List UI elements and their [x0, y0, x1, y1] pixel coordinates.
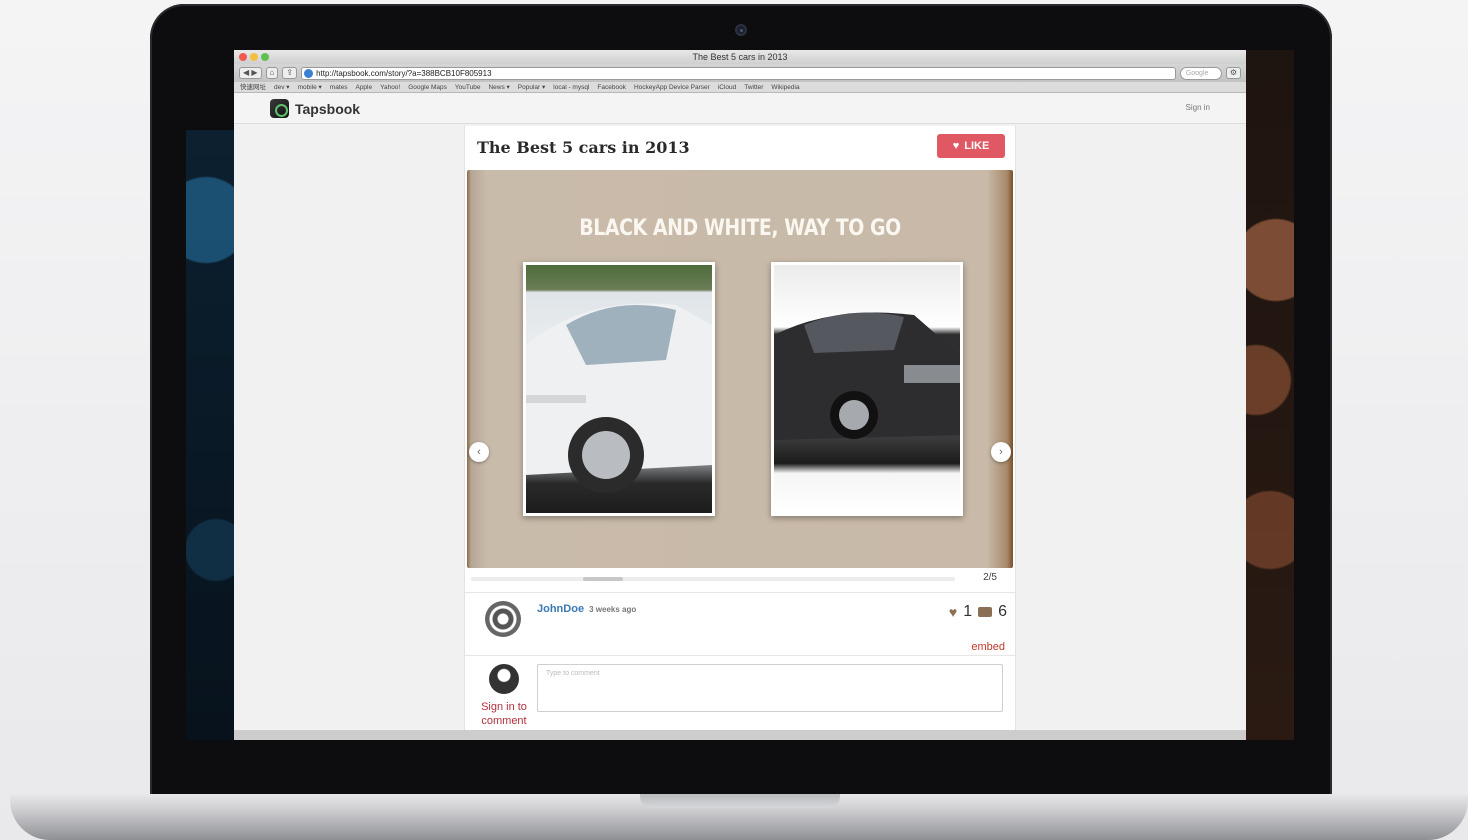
comment-bubble-icon [978, 607, 993, 617]
window-title: The Best 5 cars in 2013 [692, 52, 788, 62]
embed-link[interactable]: embed [971, 641, 1005, 653]
bookmark-item[interactable]: iCloud [718, 82, 736, 92]
window-controls [239, 53, 269, 61]
bookmark-item[interactable]: 快速网址 [240, 82, 266, 92]
comment-section: Sign in to comment Type to comment [465, 658, 1015, 740]
back-forward-buttons[interactable]: ◀ ▶ [239, 67, 262, 79]
author-name-link[interactable]: JohnDoe [537, 603, 584, 615]
like-label: LIKE [964, 140, 990, 152]
home-icon[interactable]: ⌂ [265, 67, 279, 79]
globe-icon [304, 68, 314, 78]
comments-count: 6 [998, 603, 1007, 620]
black-car-photo [771, 262, 963, 516]
laptop-notch [640, 794, 840, 808]
bookmark-item[interactable]: local - mysql [553, 82, 589, 92]
story-meta: JohnDoe 3 weeks ago ♥ 1 6 embed [465, 592, 1015, 656]
header-signin-link[interactable]: Sign in [1186, 103, 1210, 112]
bookmark-item[interactable]: Apple [355, 82, 372, 92]
bookmark-item[interactable]: Wikipedia [771, 82, 799, 92]
next-page-button[interactable]: › [991, 442, 1011, 462]
page-scrubber[interactable] [471, 577, 955, 581]
book-viewer[interactable]: BLACK AND WHITE, WAY TO GO ‹ › [467, 170, 1013, 568]
white-car-photo [523, 262, 715, 516]
wallpaper-left [186, 130, 234, 740]
camera-icon [735, 24, 747, 36]
bookmark-item[interactable]: dev ▾ [274, 82, 290, 92]
share-icon[interactable]: ⇪ [282, 67, 298, 79]
scrubber-thumb[interactable] [583, 577, 623, 581]
previous-page-button[interactable]: ‹ [469, 442, 489, 462]
browser-window: The Best 5 cars in 2013 ◀ ▶ ⌂ ⇪ http://t… [234, 50, 1246, 740]
close-window-button[interactable] [239, 53, 247, 61]
bookmark-item[interactable]: HockeyApp Device Parser [634, 82, 710, 92]
bookmark-item[interactable]: Yahoo! [380, 82, 400, 92]
site-header: Tapsbook Sign in [234, 93, 1246, 124]
page-counter: 2/5 [983, 572, 997, 583]
bookmark-item[interactable]: Google Maps [408, 82, 447, 92]
bookmark-item[interactable]: Popular ▾ [518, 82, 545, 92]
bookmark-item[interactable]: Facebook [597, 82, 626, 92]
author-avatar[interactable] [485, 601, 521, 637]
site-logo[interactable]: Tapsbook [270, 99, 360, 118]
white-car-illustration [526, 303, 712, 493]
black-car-illustration [774, 312, 960, 440]
bookmark-item[interactable]: YouTube [455, 82, 481, 92]
story-card: The Best 5 cars in 2013 ♥ LIKE BLACK AND… [464, 126, 1016, 740]
story-title: The Best 5 cars in 2013 [477, 138, 690, 157]
bookmarks-bar: 快速网址 dev ▾ mobile ▾ mates Apple Yahoo! G… [234, 82, 1246, 93]
bookmark-item[interactable]: mobile ▾ [298, 82, 322, 92]
window-titlebar: The Best 5 cars in 2013 [234, 50, 1246, 64]
bookmark-item[interactable]: mates [330, 82, 348, 92]
like-button[interactable]: ♥ LIKE [937, 134, 1005, 158]
zoom-window-button[interactable] [261, 53, 269, 61]
post-time: 3 weeks ago [589, 605, 637, 614]
story-stats: ♥ 1 6 [949, 603, 1007, 621]
bookmark-item[interactable]: Twitter [744, 82, 763, 92]
address-bar[interactable]: http://tapsbook.com/story/?a=388BCB10F80… [301, 66, 1176, 80]
user-avatar-icon [489, 664, 519, 694]
screen-bottom-bar [234, 730, 1246, 740]
likes-count: 1 [963, 603, 973, 620]
author-line: JohnDoe 3 weeks ago [537, 603, 636, 615]
minimize-window-button[interactable] [250, 53, 258, 61]
comment-input[interactable]: Type to comment [537, 664, 1003, 712]
wallpaper-right [1246, 50, 1294, 740]
page-heading: BLACK AND WHITE, WAY TO GO [579, 216, 901, 241]
search-field[interactable]: Google [1179, 66, 1222, 80]
tapsbook-logo-icon [270, 99, 289, 118]
signin-to-comment-link[interactable]: Sign in to comment [473, 700, 535, 728]
logo-text: Tapsbook [295, 100, 361, 117]
browser-toolbar: ◀ ▶ ⌂ ⇪ http://tapsbook.com/story/?a=388… [234, 64, 1246, 82]
settings-gear-icon[interactable]: ⚙ [1225, 67, 1241, 79]
bookmark-item[interactable]: News ▾ [488, 82, 509, 92]
url-text: http://tapsbook.com/story/?a=388BCB10F80… [316, 68, 492, 78]
likes-heart-icon: ♥ [948, 604, 958, 620]
heart-icon: ♥ [952, 140, 960, 152]
